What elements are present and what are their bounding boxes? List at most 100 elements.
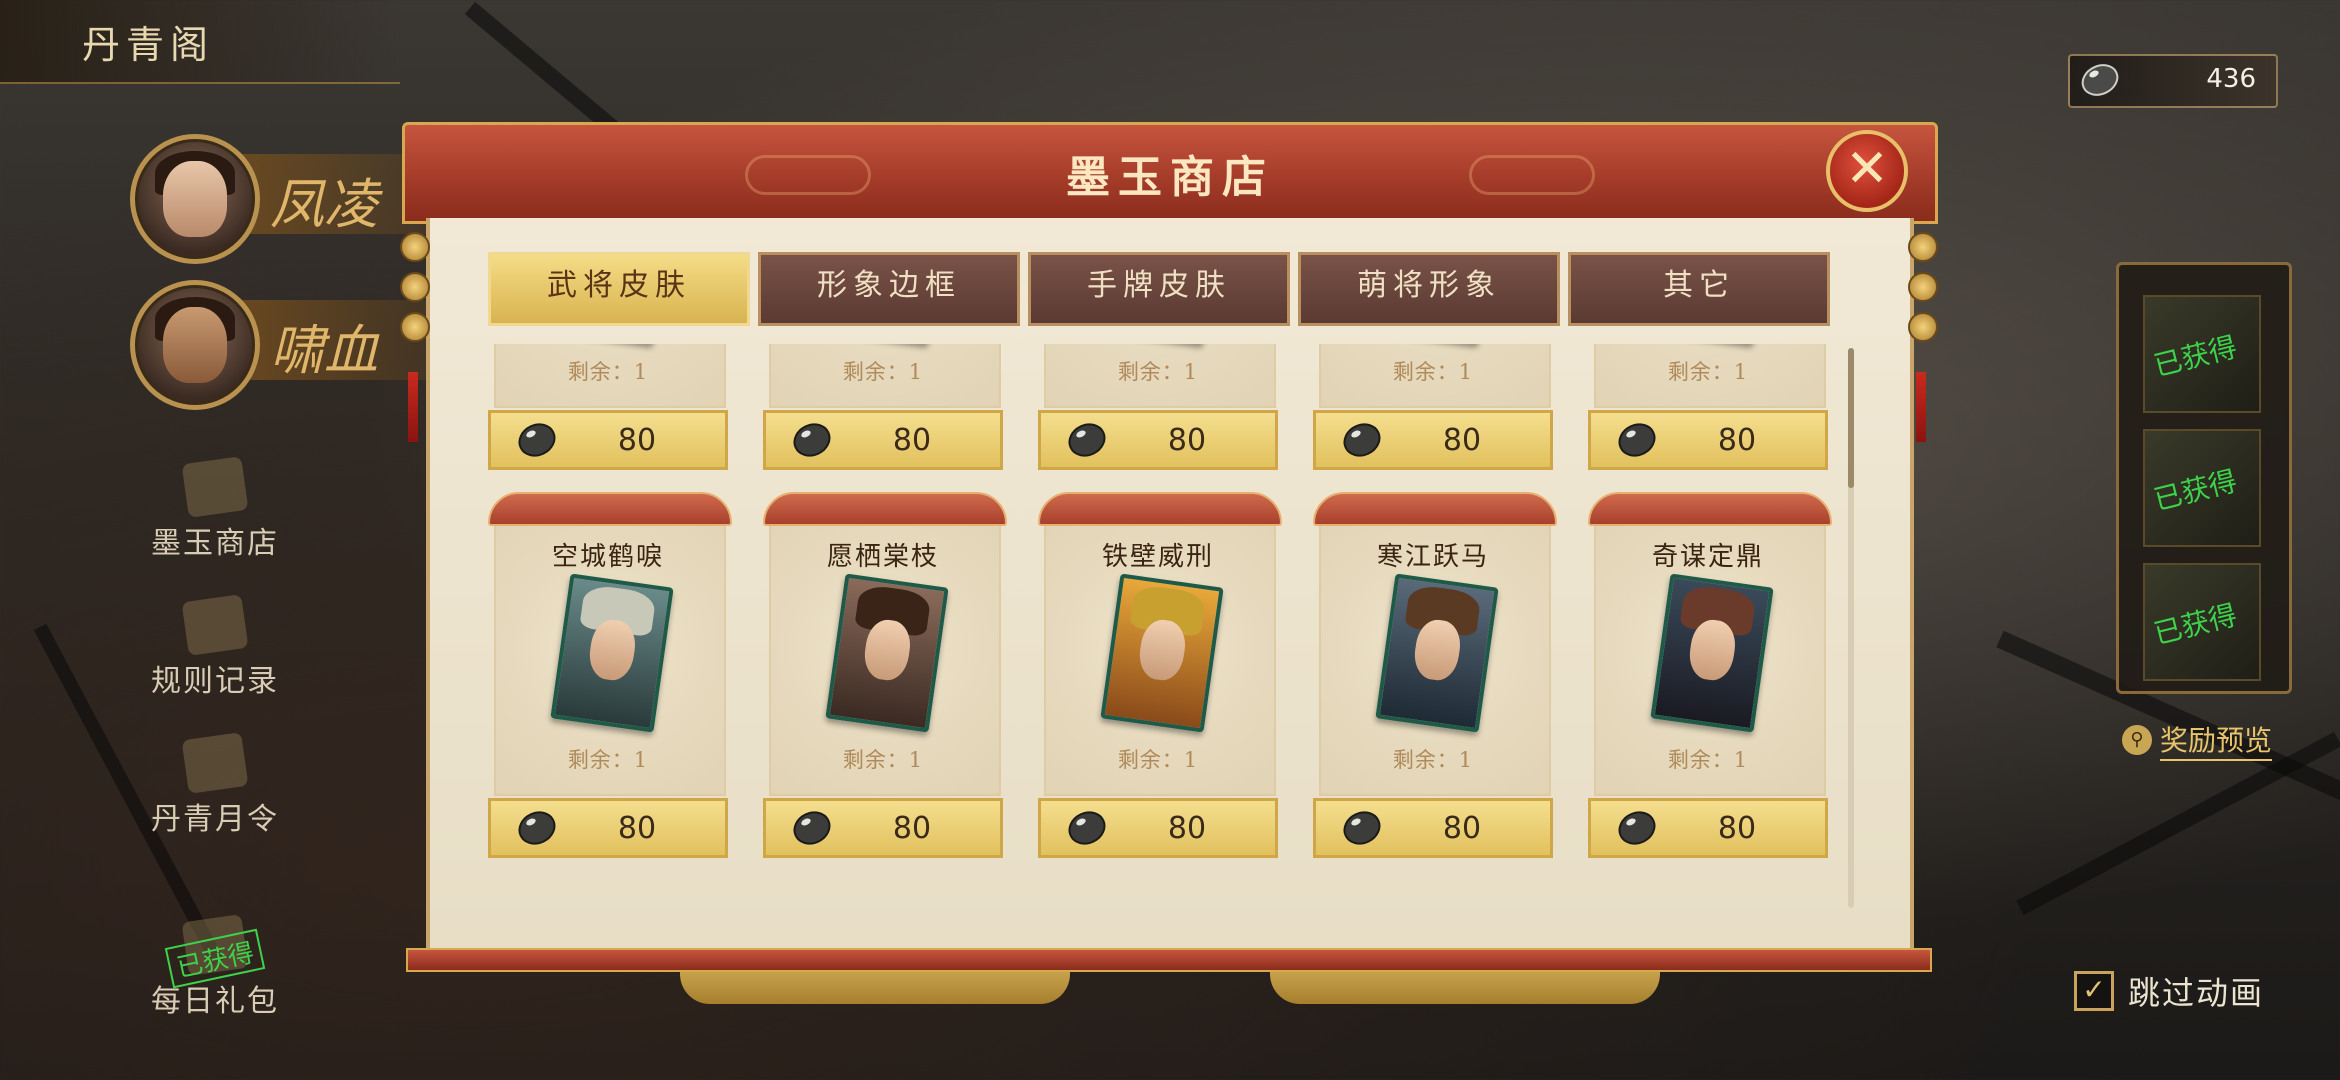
jade-stone-icon — [2081, 64, 2119, 96]
reward-card[interactable]: 已获得 — [2143, 563, 2261, 681]
buy-button[interactable]: 80 — [1313, 410, 1553, 470]
price-amount: 80 — [1717, 811, 1757, 846]
remaining-count: 剩余：1 — [842, 360, 924, 384]
ornament-tassel — [408, 372, 418, 442]
shop-item[interactable]: 剩余：1 80 — [763, 344, 1003, 470]
sidebar-item-monthly[interactable]: 丹青月令 — [120, 732, 310, 838]
ornament-peg — [1908, 312, 1938, 342]
ornament-peg — [1908, 232, 1938, 262]
price-amount: 80 — [1442, 423, 1482, 458]
currency-amount: 436 — [2206, 64, 2256, 94]
buy-button[interactable]: 80 — [1588, 410, 1828, 470]
buy-button[interactable]: 80 — [488, 798, 728, 858]
buy-button[interactable]: 80 — [763, 798, 1003, 858]
jade-stone-icon — [1343, 423, 1381, 457]
buy-button[interactable]: 80 — [1038, 410, 1278, 470]
skip-animation-label: 跳过动画 — [2128, 974, 2265, 1012]
buy-button[interactable]: 80 — [763, 410, 1003, 470]
hero-name: 凤凌 — [270, 173, 378, 236]
tab-cute-heroes[interactable]: 萌将形象 — [1298, 252, 1560, 326]
hero-avatar — [130, 134, 260, 264]
close-icon: ✕ — [1845, 139, 1889, 199]
remaining-count: 剩余：1 — [1392, 748, 1474, 772]
sidebar-item-label: 规则记录 — [151, 664, 279, 699]
price-amount: 80 — [892, 423, 932, 458]
hero-tab-2[interactable]: 啸血 — [130, 280, 510, 410]
shop-item[interactable]: 铁壁威刑 剩余：1 80 — [1038, 492, 1282, 858]
card-crest — [1038, 492, 1282, 526]
reward-card[interactable]: 已获得 — [2143, 429, 2261, 547]
skip-animation-toggle[interactable]: ✓ 跳过动画 — [2074, 968, 2264, 1014]
dialog-title: 墨玉商店 — [1066, 152, 1274, 203]
ornament-peg — [400, 312, 430, 342]
buy-button[interactable]: 80 — [1313, 798, 1553, 858]
skin-portrait — [1100, 573, 1224, 733]
sidebar-item-shop[interactable]: 墨玉商店 — [120, 456, 310, 562]
item-grid[interactable]: 剩余：1 80 剩余：1 80 剩余：1 80 剩余：1 80 剩余：1 80 … — [482, 344, 1844, 914]
shop-icon — [181, 456, 249, 518]
price-amount: 80 — [892, 811, 932, 846]
page-title: 丹青阁 — [0, 0, 400, 84]
skin-portrait — [550, 573, 674, 733]
price-amount: 80 — [1442, 811, 1482, 846]
ornament-peg — [1908, 272, 1938, 302]
remaining-count: 剩余：1 — [1667, 360, 1749, 384]
page-title-text: 丹青阁 — [82, 23, 215, 67]
shop-item[interactable]: 愿栖棠枝 剩余：1 80 — [763, 492, 1007, 858]
jade-stone-icon — [518, 811, 556, 845]
card-crest — [488, 492, 732, 526]
jade-stone-icon — [793, 811, 831, 845]
shop-item[interactable]: 剩余：1 80 — [488, 344, 728, 470]
dialog-bottom-bar — [406, 948, 1932, 972]
reward-column: 已获得 已获得 已获得 — [2116, 262, 2292, 694]
shop-item[interactable]: 剩余：1 80 — [1038, 344, 1278, 470]
shop-item[interactable]: 剩余：1 80 — [1313, 344, 1553, 470]
ornament-peg — [400, 232, 430, 262]
sidebar-item-label: 丹青月令 — [151, 802, 279, 837]
shop-item[interactable]: 空城鹤唳 剩余：1 80 — [488, 492, 732, 858]
skin-name: 愿栖棠枝 — [826, 542, 939, 572]
buy-button[interactable]: 80 — [488, 410, 728, 470]
skin-portrait — [825, 573, 949, 733]
price-amount: 80 — [617, 811, 657, 846]
tab-others[interactable]: 其它 — [1568, 252, 1830, 326]
jade-stone-icon — [1068, 811, 1106, 845]
price-amount: 80 — [1717, 423, 1757, 458]
scroll-icon — [181, 594, 249, 656]
reward-preview-link[interactable]: ⚲ 奖励预览 — [2122, 720, 2273, 761]
jade-stone-icon — [793, 423, 831, 457]
currency-display: 436 — [2068, 54, 2278, 108]
checkbox[interactable]: ✓ — [2074, 971, 2114, 1011]
remaining-count: 剩余：1 — [567, 360, 649, 384]
buy-button[interactable]: 80 — [1588, 798, 1828, 858]
scrollbar-thumb[interactable] — [1848, 348, 1854, 488]
close-button[interactable]: ✕ — [1826, 130, 1908, 212]
skin-name: 空城鹤唳 — [551, 542, 664, 572]
tab-card-skins[interactable]: 手牌皮肤 — [1028, 252, 1290, 326]
sidebar-item-rules[interactable]: 规则记录 — [120, 594, 310, 700]
magnifier-icon: ⚲ — [2122, 725, 2152, 755]
remaining-count: 剩余：1 — [1392, 360, 1474, 384]
tab-avatar-frames[interactable]: 形象边框 — [758, 252, 1020, 326]
dialog-header: 墨玉商店 — [402, 122, 1938, 224]
ornament-peg — [400, 272, 430, 302]
scrollbar[interactable] — [1848, 348, 1854, 908]
remaining-count: 剩余：1 — [567, 748, 649, 772]
hero-tab-1[interactable]: 凤凌 — [130, 134, 510, 264]
card-crest — [763, 492, 1007, 526]
buy-button[interactable]: 80 — [1038, 798, 1278, 858]
tab-hero-skins[interactable]: 武将皮肤 — [488, 252, 750, 326]
remaining-count: 剩余：1 — [842, 748, 924, 772]
jade-stone-icon — [1618, 811, 1656, 845]
reward-card[interactable]: 已获得 — [2143, 295, 2261, 413]
obtained-badge: 已获得 — [2150, 330, 2241, 383]
remaining-count: 剩余：1 — [1667, 748, 1749, 772]
shop-item[interactable]: 奇谋定鼎 剩余：1 80 — [1588, 492, 1832, 858]
token-icon — [181, 732, 249, 794]
shop-item[interactable]: 寒江跃马 剩余：1 80 — [1313, 492, 1557, 858]
shop-item[interactable]: 剩余：1 80 — [1588, 344, 1828, 470]
skin-name: 寒江跃马 — [1376, 542, 1489, 572]
jade-stone-icon — [1618, 423, 1656, 457]
price-amount: 80 — [1167, 423, 1207, 458]
jade-stone-icon — [1068, 423, 1106, 457]
